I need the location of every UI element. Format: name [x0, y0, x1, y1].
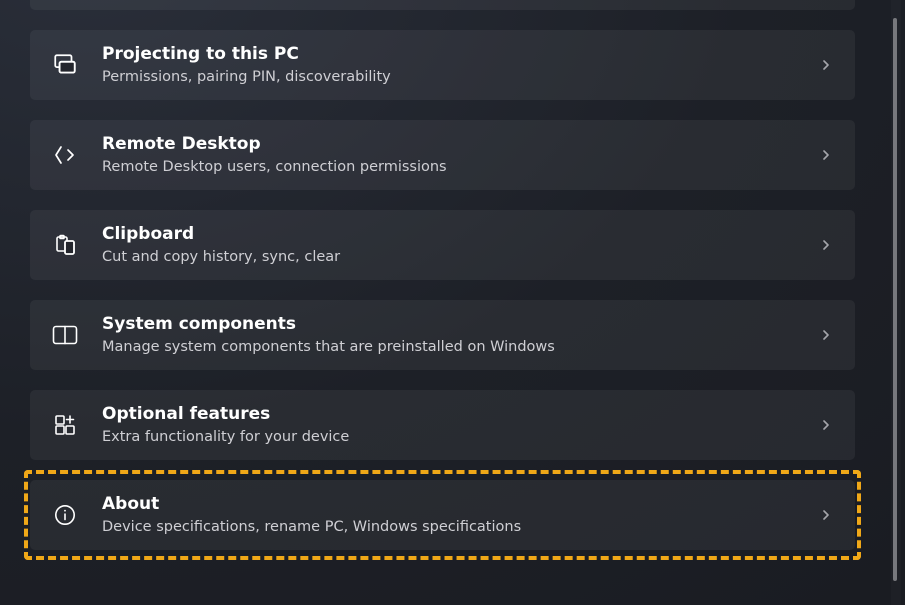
settings-item-title: Clipboard — [102, 224, 819, 245]
system-components-icon — [52, 322, 78, 348]
chevron-right-icon — [819, 238, 833, 252]
settings-item-subtitle: Cut and copy history, sync, clear — [102, 248, 819, 266]
chevron-right-icon — [819, 418, 833, 432]
chevron-right-icon — [819, 148, 833, 162]
settings-item-about[interactable]: About Device specifications, rename PC, … — [30, 480, 855, 550]
chevron-right-icon — [819, 58, 833, 72]
settings-item-subtitle: Extra functionality for your device — [102, 428, 819, 446]
settings-item-text: Clipboard Cut and copy history, sync, cl… — [102, 224, 819, 265]
scrollbar-track[interactable] — [891, 0, 901, 605]
settings-item-subtitle: Permissions, pairing PIN, discoverabilit… — [102, 68, 819, 86]
settings-item-text: About Device specifications, rename PC, … — [102, 494, 819, 535]
settings-item-clipboard[interactable]: Clipboard Cut and copy history, sync, cl… — [30, 210, 855, 280]
settings-item-title: Projecting to this PC — [102, 44, 819, 65]
settings-item-remote-desktop[interactable]: Remote Desktop Remote Desktop users, con… — [30, 120, 855, 190]
settings-item-subtitle: Device specifications, rename PC, Window… — [102, 518, 819, 536]
settings-item-title: About — [102, 494, 819, 515]
settings-item-text: Projecting to this PC Permissions, pairi… — [102, 44, 819, 85]
settings-item-title: System components — [102, 314, 819, 335]
settings-item-projecting[interactable]: Projecting to this PC Permissions, pairi… — [30, 30, 855, 100]
scrollbar-thumb[interactable] — [893, 18, 897, 581]
chevron-right-icon — [819, 328, 833, 342]
settings-item-subtitle: Manage system components that are preins… — [102, 338, 819, 356]
settings-item-text: System components Manage system componen… — [102, 314, 819, 355]
settings-item-title: Remote Desktop — [102, 134, 819, 155]
settings-item-text: Optional features Extra functionality fo… — [102, 404, 819, 445]
remote-desktop-icon — [52, 142, 78, 168]
settings-item-partial[interactable] — [30, 0, 855, 10]
settings-item-title: Optional features — [102, 404, 819, 425]
chevron-right-icon — [819, 508, 833, 522]
projecting-icon — [52, 52, 78, 78]
settings-item-subtitle: Remote Desktop users, connection permiss… — [102, 158, 819, 176]
clipboard-icon — [52, 232, 78, 258]
optional-features-icon — [52, 412, 78, 438]
settings-item-text: Remote Desktop Remote Desktop users, con… — [102, 134, 819, 175]
settings-item-optional-features[interactable]: Optional features Extra functionality fo… — [30, 390, 855, 460]
settings-item-system-components[interactable]: System components Manage system componen… — [30, 300, 855, 370]
settings-system-list: Projecting to this PC Permissions, pairi… — [0, 0, 885, 605]
about-icon — [52, 502, 78, 528]
